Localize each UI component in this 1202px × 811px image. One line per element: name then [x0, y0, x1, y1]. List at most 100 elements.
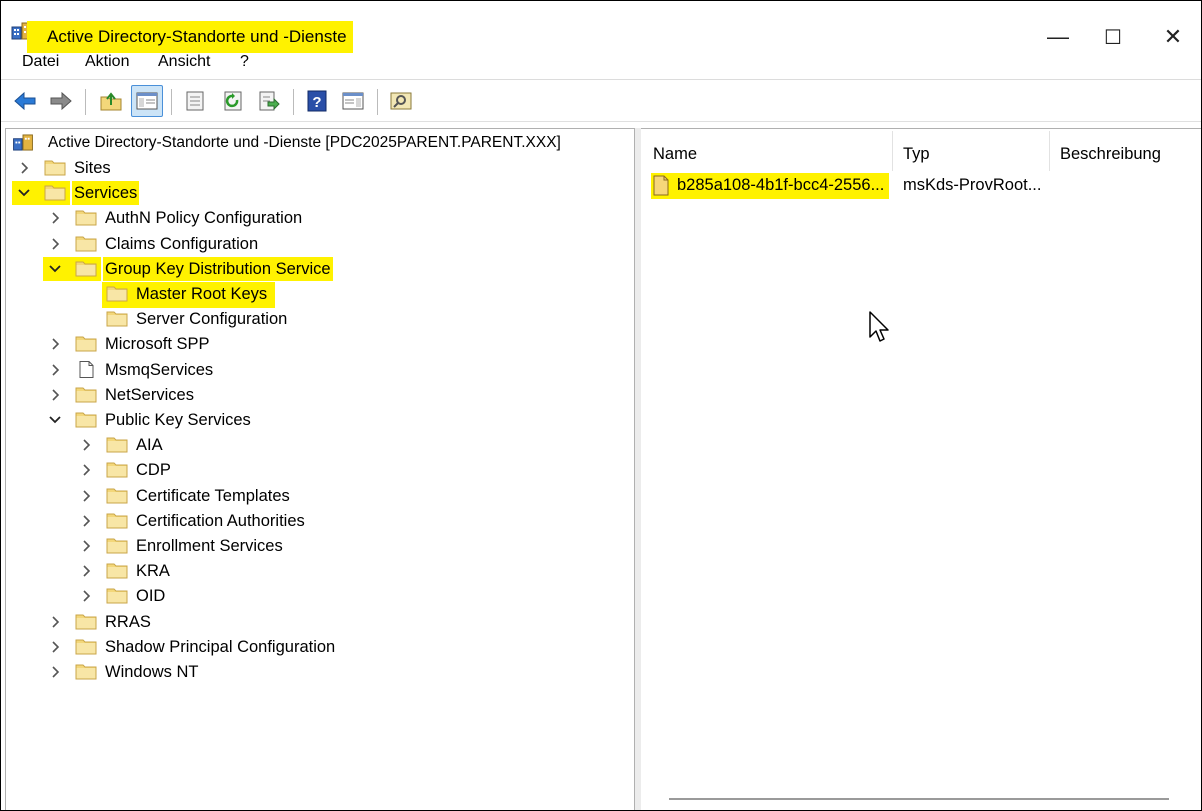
- chevron-right-icon[interactable]: [78, 433, 94, 457]
- folder-icon: [106, 488, 128, 504]
- tree-node-label: Shadow Principal Configuration: [105, 637, 336, 656]
- toolbar-separator: [85, 89, 86, 115]
- tree-node-label: Claims Configuration: [105, 234, 259, 253]
- folder-icon: [75, 236, 97, 252]
- tree-node-label: MsmqServices: [105, 360, 214, 379]
- chevron-right-icon[interactable]: [47, 232, 63, 256]
- tree-node-certification-authorities[interactable]: Certification Authorities: [6, 509, 626, 533]
- toolbar-separator: [171, 89, 172, 115]
- chevron-right-icon[interactable]: [78, 584, 94, 608]
- folder-icon: [44, 160, 66, 176]
- back-arrow-icon[interactable]: [13, 89, 37, 113]
- chevron-down-icon[interactable]: [47, 256, 63, 281]
- tree-node-rras[interactable]: RRAS: [6, 610, 626, 634]
- tree-node-server-configuration[interactable]: Server Configuration: [6, 307, 626, 331]
- tree-node-group-key-distribution-service[interactable]: Group Key Distribution Service: [6, 256, 626, 281]
- tree-node-label: Certificate Templates: [136, 486, 290, 505]
- tree-node-enrollment-services[interactable]: Enrollment Services: [6, 534, 626, 558]
- folder-icon: [75, 387, 97, 403]
- chevron-right-icon[interactable]: [47, 635, 63, 659]
- chevron-right-icon[interactable]: [47, 660, 63, 684]
- tree-node-authn-policy-configuration[interactable]: AuthN Policy Configuration: [6, 206, 626, 230]
- column-header-beschreibung[interactable]: Beschreibung: [1060, 139, 1161, 169]
- tree-node-label: KRA: [136, 562, 170, 581]
- tree-node-label: Group Key Distribution Service: [103, 256, 333, 281]
- folder-icon: [106, 588, 128, 604]
- tree-node-oid[interactable]: OID: [6, 584, 626, 608]
- tree-node-kra[interactable]: KRA: [6, 559, 626, 583]
- tree-node-aia[interactable]: AIA: [6, 433, 626, 457]
- tree-node-label: Sites: [74, 159, 111, 177]
- folder-icon: [106, 286, 128, 302]
- folder-icon: [44, 185, 66, 201]
- tree-node-netservices[interactable]: NetServices: [6, 383, 626, 407]
- chevron-right-icon[interactable]: [78, 458, 94, 482]
- toolbar-separator: [293, 89, 294, 115]
- menu-aktion[interactable]: Aktion: [85, 53, 129, 71]
- tree-node-label: RRAS: [105, 612, 151, 631]
- chevron-right-icon[interactable]: [47, 206, 63, 230]
- mmc-window: Active Directory-Standorte und -Dienste …: [0, 0, 1202, 811]
- column-header-name[interactable]: Name: [653, 139, 697, 169]
- chevron-right-icon[interactable]: [47, 383, 63, 407]
- tree-node-sites[interactable]: Sites: [6, 156, 626, 180]
- chevron-right-icon[interactable]: [47, 332, 63, 356]
- folder-icon: [106, 563, 128, 579]
- chevron-down-icon[interactable]: [16, 181, 32, 206]
- column-divider[interactable]: [1049, 131, 1050, 171]
- tree-node-label: Master Root Keys: [134, 282, 270, 306]
- tree-node-windows-nt[interactable]: Windows NT: [6, 660, 626, 684]
- ad-sites-root-icon: [13, 134, 33, 151]
- tree-node-label: Enrollment Services: [136, 537, 283, 555]
- folder-icon: [75, 210, 97, 226]
- mouse-pointer-icon: [869, 311, 889, 342]
- find-icon[interactable]: [389, 89, 413, 113]
- refresh-icon[interactable]: [221, 89, 245, 113]
- chevron-right-icon[interactable]: [47, 358, 63, 382]
- tree-node-label: AIA: [136, 436, 163, 455]
- export-list-icon[interactable]: [257, 89, 281, 113]
- menu-help[interactable]: ?: [240, 53, 249, 71]
- horizontal-scrollbar[interactable]: [669, 798, 1169, 800]
- chevron-right-icon[interactable]: [78, 559, 94, 583]
- list-item-name: b285a108-4b1f-bcc4-2556...: [677, 176, 885, 194]
- chevron-right-icon[interactable]: [78, 509, 94, 533]
- properties-icon[interactable]: [183, 89, 207, 113]
- tree-node-services[interactable]: Services: [6, 181, 626, 206]
- list-item-type: msKds-ProvRoot...: [903, 176, 1042, 194]
- details-list: Name Typ Beschreibung b285a108-4b1f-bcc4…: [641, 128, 1201, 810]
- title-bar: Active Directory-Standorte und -Dienste …: [1, 9, 1201, 53]
- forward-arrow-icon[interactable]: [49, 89, 73, 113]
- tree-node-label: Microsoft SPP: [105, 335, 210, 354]
- tree-node-public-key-services[interactable]: Public Key Services: [6, 408, 626, 432]
- help-icon[interactable]: ?: [305, 89, 329, 113]
- svg-text:?: ?: [312, 94, 321, 111]
- tree-node-cdp[interactable]: CDP: [6, 458, 626, 482]
- tree-node-microsoft-spp[interactable]: Microsoft SPP: [6, 332, 626, 356]
- tree-root-label: Active Directory-Standorte und -Dienste …: [48, 134, 561, 151]
- tree-node-label: Public Key Services: [105, 411, 251, 429]
- tree-node-certificate-templates[interactable]: Certificate Templates: [6, 484, 626, 508]
- tree-node-label: Server Configuration: [136, 310, 288, 329]
- show-hide-console-tree-icon[interactable]: [131, 85, 163, 117]
- folder-icon: [106, 311, 128, 327]
- column-divider[interactable]: [892, 131, 893, 171]
- chevron-right-icon[interactable]: [47, 610, 63, 634]
- tree-node-label: NetServices: [105, 385, 194, 404]
- tree-node-label: Windows NT: [105, 663, 199, 681]
- menu-datei[interactable]: Datei: [22, 53, 59, 71]
- tree-node-msmqservices[interactable]: MsmqServices: [6, 358, 626, 382]
- menu-ansicht[interactable]: Ansicht: [158, 53, 210, 71]
- tree-node-master-root-keys[interactable]: Master Root Keys: [6, 282, 626, 308]
- tree-node-label: OID: [136, 587, 166, 606]
- tree-node-claims-configuration[interactable]: Claims Configuration: [6, 232, 626, 256]
- up-folder-icon[interactable]: [99, 89, 123, 113]
- chevron-down-icon[interactable]: [47, 408, 63, 432]
- chevron-right-icon[interactable]: [78, 484, 94, 508]
- column-header-typ[interactable]: Typ: [903, 139, 930, 169]
- toolbar-separator: [377, 89, 378, 115]
- chevron-right-icon[interactable]: [78, 534, 94, 558]
- chevron-right-icon[interactable]: [16, 156, 32, 180]
- tree-node-shadow-principal-configuration[interactable]: Shadow Principal Configuration: [6, 635, 626, 659]
- action-pane-icon[interactable]: [341, 89, 365, 113]
